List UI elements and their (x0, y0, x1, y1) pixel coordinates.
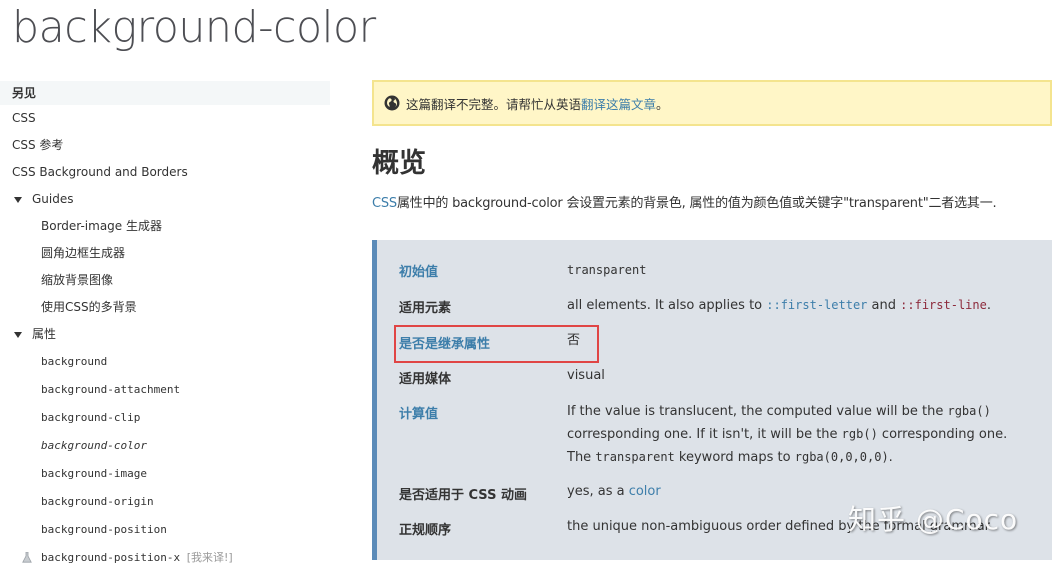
sidebar-property-item-current: background-color (41, 439, 147, 452)
translate-article-link[interactable]: 翻译这篇文章 (581, 94, 656, 113)
sidebar-property-item[interactable]: background-position (0, 516, 330, 544)
sidebar-link-css[interactable]: CSS (0, 105, 330, 132)
watermark: 知乎 @Coco (848, 503, 1019, 536)
code: rgba() (947, 404, 991, 418)
value-line: The transparent keyword maps to rgba(0,0… (567, 446, 1057, 469)
prop-key: 适用媒体 (399, 372, 452, 387)
value-text: . (888, 450, 893, 465)
value-text: yes, as a (567, 484, 629, 499)
translate-link[interactable]: [我来译!] (187, 551, 233, 564)
prop-key-link[interactable]: 计算值 (399, 403, 569, 422)
value-text: The (567, 450, 596, 465)
value-text: corresponding one. (877, 427, 1008, 442)
sidebar-property-item[interactable]: background-origin (0, 488, 330, 516)
sidebar-property-item[interactable]: background-image (0, 460, 330, 488)
sidebar: 另见 CSS CSS 参考 CSS Background and Borders… (0, 81, 330, 565)
value-text: . (986, 298, 991, 313)
sidebar-section-label: 属性 (32, 327, 57, 341)
sidebar-link-css-reference[interactable]: CSS 参考 (0, 132, 330, 159)
value-text: corresponding one. If it isn't, it will … (567, 427, 842, 442)
globe-icon (384, 95, 400, 111)
sidebar-property-item[interactable]: background-attachment (0, 376, 330, 404)
sidebar-property-item-experimental[interactable]: background-position-x [我来译!] (0, 544, 330, 565)
highlight-annotation-box (394, 325, 599, 363)
code: transparent (595, 450, 675, 464)
value-text: keyword maps to (674, 450, 795, 465)
sidebar-guide-item[interactable]: Border-image 生成器 (0, 213, 330, 240)
css-link[interactable]: CSS (372, 196, 397, 211)
value-line: corresponding one. If it isn't, it will … (567, 423, 1057, 446)
first-letter-link[interactable]: ::first-letter (766, 298, 867, 312)
property-name: background-position-x (41, 551, 181, 564)
sidebar-property-item[interactable]: background (0, 348, 330, 376)
sidebar-guide-item[interactable]: 圆角边框生成器 (0, 240, 330, 267)
prop-key: 正规顺序 (399, 523, 452, 538)
sidebar-heading: 另见 (0, 81, 330, 105)
code: rgb() (841, 427, 878, 441)
prop-value: If the value is translucent, the compute… (567, 400, 1057, 469)
sidebar-link-css-background-borders[interactable]: CSS Background and Borders (0, 159, 330, 186)
caret-down-icon (14, 331, 22, 338)
caret-down-icon (14, 196, 22, 203)
notice-text: 这篇翻译不完整。请帮忙从英语 (406, 96, 582, 112)
prop-key: 适用元素 (399, 301, 452, 316)
prop-key: 是否适用于 CSS 动画 (399, 488, 527, 503)
value-text: and (867, 298, 901, 313)
prop-value: 否 (567, 333, 581, 348)
value-text: If the value is translucent, the compute… (567, 404, 948, 419)
sidebar-section-label: Guides (32, 192, 74, 206)
sidebar-section-guides[interactable]: Guides (0, 186, 330, 213)
beaker-icon (22, 552, 32, 563)
page-title: background-color (12, 2, 376, 53)
value-text: all elements. It also applies to (567, 298, 767, 313)
sidebar-guide-item[interactable]: 使用CSS的多背景 (0, 294, 330, 321)
value-line: If the value is translucent, the compute… (567, 400, 1057, 423)
translation-notice: 这篇翻译不完整。请帮忙从英语 翻译这篇文章。 (372, 80, 1052, 126)
notice-suffix: 。 (656, 96, 669, 112)
prop-value: all elements. It also applies to ::first… (567, 294, 1057, 317)
prop-value: visual (567, 368, 605, 383)
sidebar-section-properties[interactable]: 属性 (0, 321, 330, 348)
summary-text: 属性中的 background-color 会设置元素的背景色, 属性的值为颜色… (396, 196, 997, 211)
overview-summary: CSS属性中的 background-color 会设置元素的背景色, 属性的值… (372, 194, 1052, 214)
color-link[interactable]: color (629, 484, 661, 499)
first-line-link[interactable]: ::first-line (900, 298, 987, 312)
sidebar-guide-item[interactable]: 缩放背景图像 (0, 267, 330, 294)
prop-key-link[interactable]: 初始值 (399, 261, 569, 280)
overview-heading: 概览 (372, 148, 426, 179)
sidebar-property-item[interactable]: background-clip (0, 404, 330, 432)
code: rgba(0,0,0,0) (794, 450, 889, 464)
main-content: 这篇翻译不完整。请帮忙从英语 翻译这篇文章。 概览 CSS属性中的 backgro… (372, 80, 1052, 560)
prop-value: transparent (567, 263, 647, 277)
